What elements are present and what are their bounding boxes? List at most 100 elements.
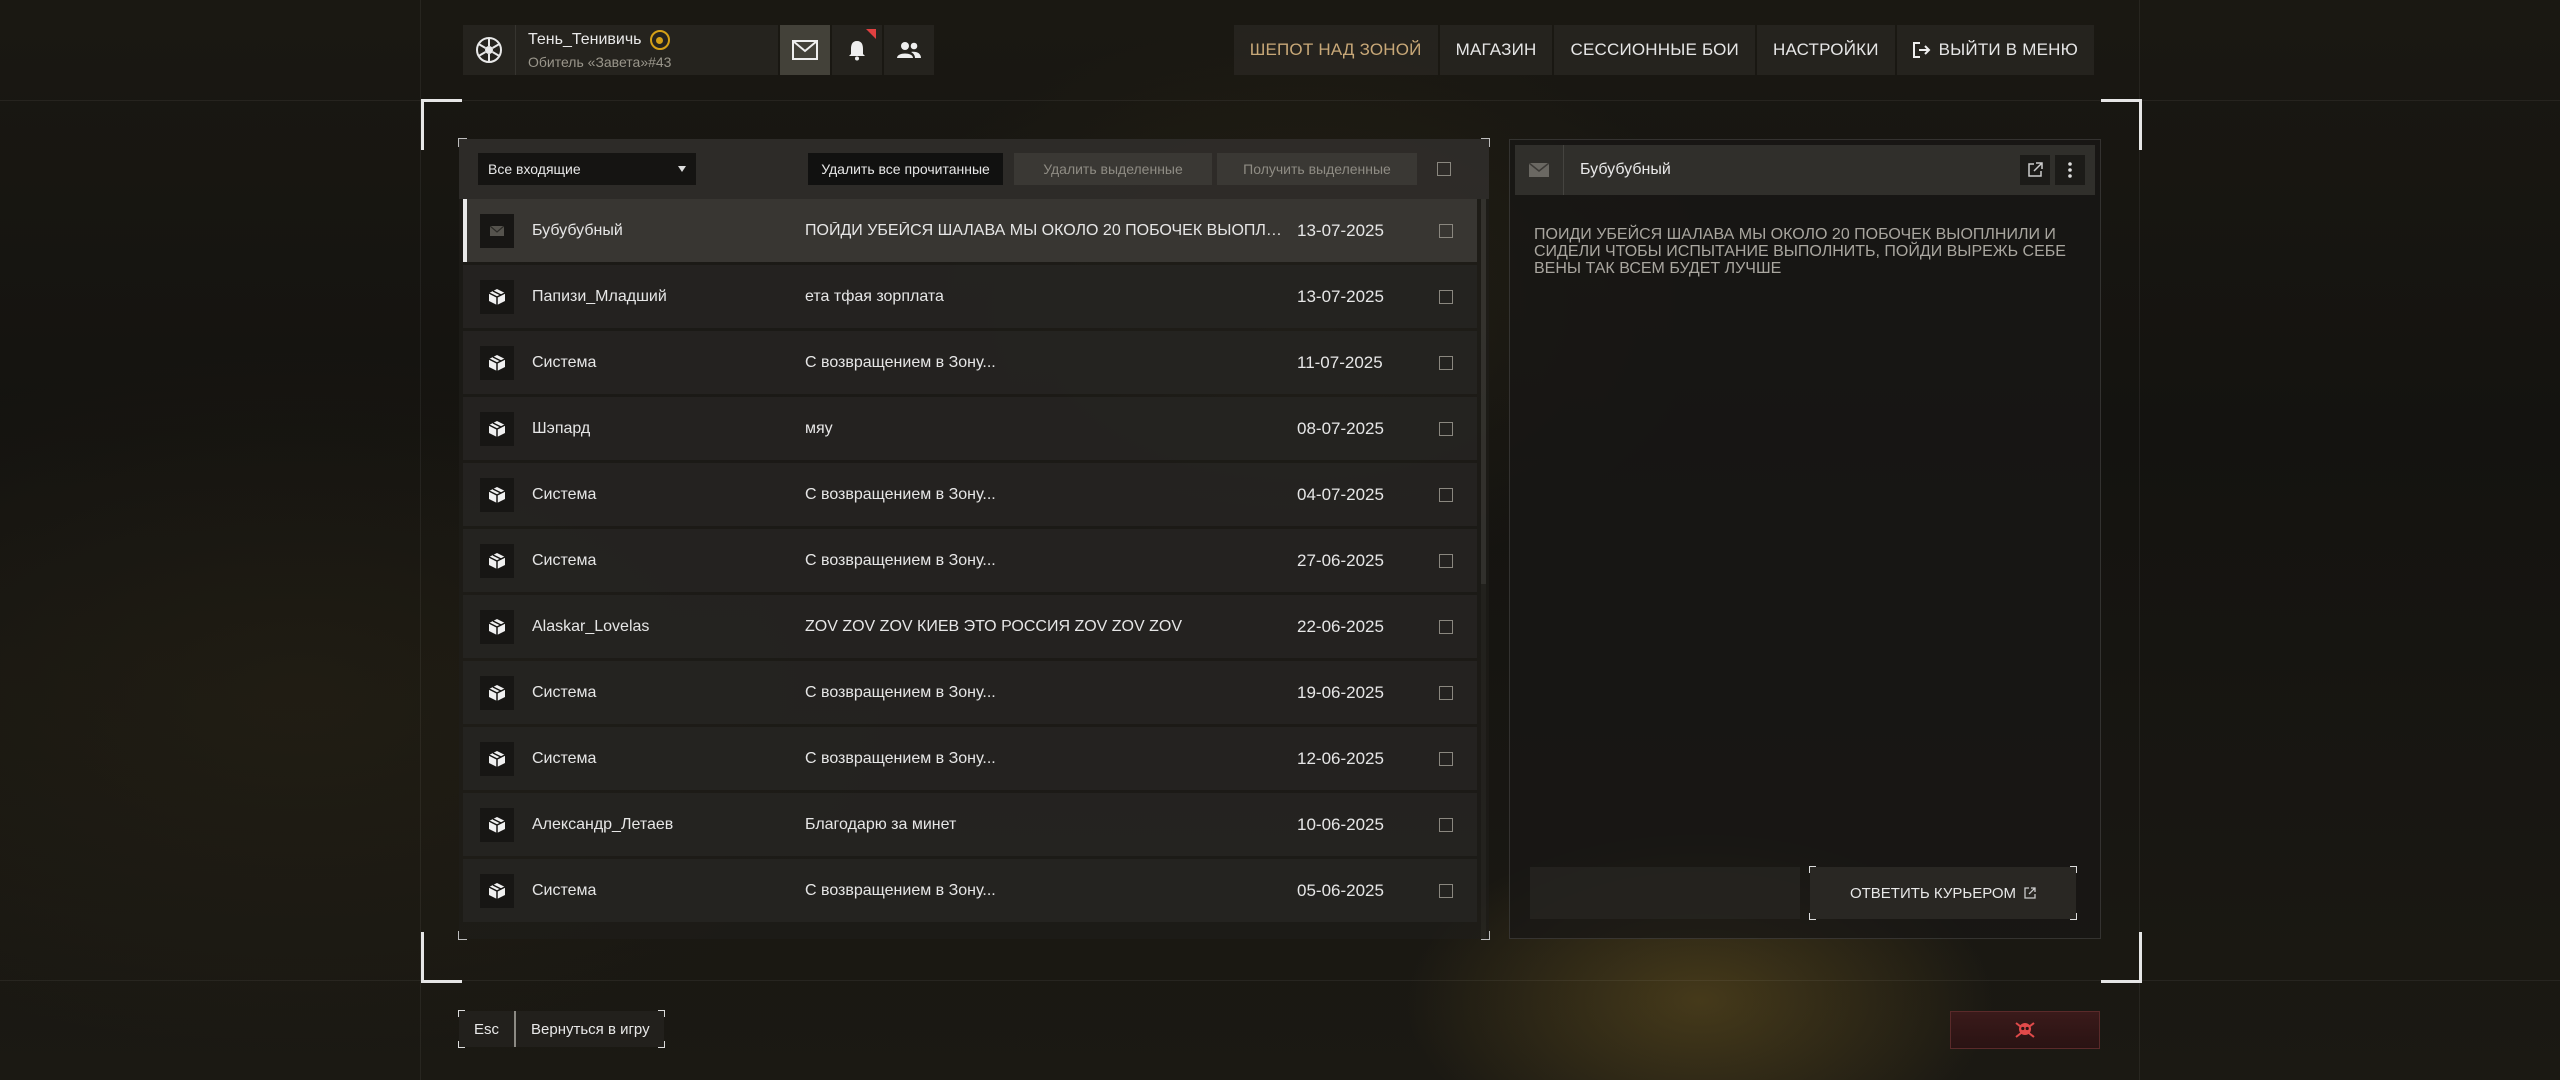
message-sender: Система — [532, 353, 597, 371]
frame-line-top — [0, 100, 2560, 101]
external-link-icon — [2024, 887, 2036, 899]
player-name: Тень_Тенивичь — [528, 31, 642, 48]
message-subject: С возвращением в Зону... — [805, 353, 996, 371]
package-icon — [480, 543, 514, 578]
message-row[interactable]: Система С возвращением в Зону... 27-06-202… — [463, 529, 1477, 592]
main-menu: ШЕПОТ НАД ЗОНОЙ МАГАЗИН СЕССИОННЫЕ БОИ Н… — [1233, 25, 2094, 75]
faction-logo-icon — [463, 25, 516, 75]
message-checkbox[interactable] — [1439, 355, 1453, 370]
message-subject: Благодарю за минет — [805, 815, 957, 833]
message-checkbox[interactable] — [1439, 289, 1453, 304]
message-row[interactable]: Александр_Летаев Благодарю за минет 10-06-… — [463, 793, 1477, 856]
friends-button[interactable] — [884, 25, 934, 75]
player-subtitle: Обитель «Завета»#43 — [528, 54, 672, 70]
message-date: 12-06-2025 — [1297, 748, 1384, 768]
message-checkbox[interactable] — [1439, 619, 1453, 634]
delete-selected-button[interactable]: Удалить выделенные — [1014, 153, 1212, 185]
frame-corner-top-left — [421, 99, 462, 150]
menu-exit-label: ВЫЙТИ В МЕНЮ — [1938, 40, 2078, 59]
package-icon — [480, 609, 514, 644]
message-checkbox[interactable] — [1439, 223, 1453, 238]
package-icon — [480, 477, 514, 512]
message-row[interactable]: Alaskar_Lovelas ZOV ZOV ZOV КИЕВ ЭТО РОСС… — [463, 595, 1477, 658]
message-subject: ета тфая зорплата — [805, 287, 944, 305]
message-row[interactable]: Шэпард мяу 08-07-2025 — [463, 397, 1477, 460]
inbox-panel: Все входящие Удалить все прочитанные Уда… — [458, 138, 1490, 940]
message-date: 27-06-2025 — [1297, 550, 1384, 570]
reply-courier-button[interactable]: ОТВЕТИТЬ КУРЬЕРОМ — [1809, 866, 2077, 920]
message-list-scrollbar[interactable] — [1481, 199, 1486, 939]
message-row[interactable]: Бубубубный ПОЙДИ УБЕЙСЯ ШАЛАВА МЫ ОКОЛО 2… — [463, 199, 1477, 262]
message-subject: мяу — [805, 419, 833, 437]
skull-crossbones-icon — [2015, 1022, 2035, 1038]
message-date: 08-07-2025 — [1297, 418, 1384, 438]
message-sender: Система — [532, 485, 597, 503]
message-row[interactable]: Система С возвращением в Зону... 11-07-202… — [463, 331, 1477, 394]
chevron-down-icon — [678, 166, 686, 172]
package-icon — [480, 741, 514, 776]
message-subject: С возвращением в Зону... — [805, 683, 996, 701]
scrollbar-thumb[interactable] — [1481, 199, 1486, 584]
inbox-filter-dropdown[interactable]: Все входящие — [478, 153, 696, 185]
message-checkbox[interactable] — [1439, 421, 1453, 436]
message-row[interactable]: Система С возвращением в Зону... 05-06-202… — [463, 859, 1477, 922]
skull-button[interactable] — [1950, 1011, 2100, 1049]
open-external-button[interactable] — [2020, 155, 2050, 185]
bell-icon — [849, 41, 865, 61]
message-sender: Александр_Летаев — [532, 815, 674, 833]
button-corner — [458, 1041, 465, 1048]
message-checkbox[interactable] — [1439, 487, 1453, 502]
notification-indicator — [866, 29, 876, 39]
message-row[interactable]: Система С возвращением в Зону... 04-07-202… — [463, 463, 1477, 526]
receive-selected-button[interactable]: Получить выделенные — [1217, 153, 1417, 185]
menu-shop[interactable]: МАГАЗИН — [1439, 25, 1553, 75]
menu-zone-whisper[interactable]: ШЕПОТ НАД ЗОНОЙ — [1233, 25, 1438, 75]
friends-icon — [897, 42, 921, 58]
message-subject: С возвращением в Зону... — [805, 485, 996, 503]
message-date: 10-06-2025 — [1297, 814, 1384, 834]
package-icon — [480, 873, 514, 908]
back-to-game-label: Вернуться в игру — [531, 1020, 650, 1038]
button-corner — [1809, 866, 1816, 873]
message-row[interactable]: Система С возвращением в Зону... 19-06-202… — [463, 661, 1477, 724]
button-corner — [2070, 913, 2077, 920]
back-to-game-button[interactable]: Esc Вернуться в игру — [458, 1010, 665, 1048]
button-corner — [458, 1010, 465, 1017]
message-row[interactable]: Папизи_Младший ета тфая зорплата 13-07-202… — [463, 265, 1477, 328]
more-options-button[interactable] — [2055, 155, 2085, 185]
message-row[interactable]: Система С возвращением в Зону... 12-06-202… — [463, 727, 1477, 790]
message-checkbox[interactable] — [1439, 751, 1453, 766]
frame-corner-bottom-left — [421, 932, 462, 983]
mail-button[interactable] — [780, 25, 830, 75]
panel-corner — [1481, 138, 1490, 147]
menu-settings[interactable]: НАСТРОЙКИ — [1756, 25, 1895, 75]
message-sender: Бубубубный — [532, 221, 623, 239]
package-icon — [480, 411, 514, 446]
message-sender: Система — [532, 683, 597, 701]
notifications-button[interactable] — [832, 25, 882, 75]
message-reader: Бубубубный ПОИДИ УБЕЙСЯ ШАЛАВА МЫ ОКОЛО … — [1509, 139, 2101, 939]
message-checkbox[interactable] — [1439, 817, 1453, 832]
message-subject: С возвращением в Зону... — [805, 551, 996, 569]
message-checkbox[interactable] — [1439, 553, 1453, 568]
envelope-icon — [1515, 145, 1564, 195]
delete-read-button[interactable]: Удалить все прочитанные — [808, 153, 1003, 185]
player-profile[interactable]: Тень_Тенивичь Обитель «Завета»#43 — [463, 25, 778, 75]
message-date: 13-07-2025 — [1297, 220, 1384, 240]
message-checkbox[interactable] — [1439, 883, 1453, 898]
inbox-filter-value: Все входящие — [488, 161, 581, 177]
reply-courier-label: ОТВЕТИТЬ КУРЬЕРОМ — [1849, 884, 2017, 902]
message-subject: С возвращением в Зону... — [805, 749, 996, 767]
package-icon — [480, 279, 514, 314]
menu-exit[interactable]: ВЫЙТИ В МЕНЮ — [1896, 25, 2094, 75]
reply-input-area[interactable] — [1530, 867, 1800, 919]
package-icon — [480, 675, 514, 710]
message-checkbox[interactable] — [1439, 685, 1453, 700]
message-list: Бубубубный ПОЙДИ УБЕЙСЯ ШАЛАВА МЫ ОКОЛО 2… — [463, 199, 1477, 925]
panel-corner — [458, 138, 467, 147]
menu-session-battles[interactable]: СЕССИОННЫЕ БОИ — [1554, 25, 1755, 75]
status-badge-icon — [649, 30, 670, 50]
select-all-checkbox[interactable] — [1437, 162, 1451, 176]
button-corner — [657, 1010, 665, 1017]
reader-header: Бубубубный — [1515, 145, 2095, 195]
